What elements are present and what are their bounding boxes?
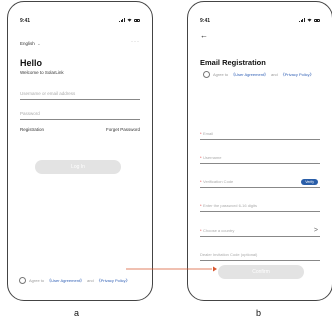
password-field[interactable]: [20, 106, 140, 120]
invitation-code-field[interactable]: [200, 247, 320, 261]
verify-button[interactable]: Verify: [301, 179, 318, 185]
user-agreement-link[interactable]: 《User Agreement》: [47, 278, 84, 284]
agreement-row: Agree to 《User Agreement》 and 《Privacy P…: [203, 71, 314, 78]
signal-icon: [299, 18, 305, 22]
page-title: Email Registration: [200, 58, 266, 67]
invitation-code-input[interactable]: [200, 252, 320, 257]
more-icon[interactable]: ···: [131, 39, 140, 45]
battery-icon: [314, 18, 320, 22]
registration-link[interactable]: Registration: [20, 127, 44, 132]
username-input[interactable]: [200, 155, 320, 160]
password-input[interactable]: [200, 203, 320, 208]
phone-email-registration-screen: 9:41 ← Email Registration Agree to 《User…: [187, 1, 332, 301]
phone-login-screen: 9:41 English ⌄ ··· Hello Welcome to Sola…: [7, 1, 153, 301]
welcome-text: Welcome to SolarLink: [20, 70, 64, 75]
language-label: English: [20, 41, 35, 46]
agree-prefix: Agree to: [29, 278, 45, 283]
agreement-row: Agree to 《User Agreement》 and 《Privacy P…: [19, 277, 130, 284]
country-input[interactable]: [200, 228, 320, 233]
agree-radio[interactable]: [203, 71, 210, 78]
username-input[interactable]: [20, 91, 140, 96]
chevron-right-icon: >: [313, 227, 318, 234]
privacy-policy-link[interactable]: 《Privacy Policy》: [281, 72, 314, 78]
confirm-button[interactable]: Confirm: [218, 265, 304, 279]
email-input[interactable]: [200, 131, 320, 136]
email-field[interactable]: *: [200, 126, 320, 140]
status-time: 9:41: [200, 18, 211, 24]
username-field[interactable]: [20, 86, 140, 100]
chevron-down-icon: ⌄: [37, 41, 41, 46]
privacy-policy-link[interactable]: 《Privacy Policy》: [97, 278, 130, 284]
verification-code-field[interactable]: * Verify: [200, 174, 320, 188]
signal-icon: [119, 18, 125, 22]
wifi-icon: [307, 18, 312, 22]
agree-and: and: [87, 278, 94, 283]
status-bar: 9:41: [200, 18, 320, 26]
status-time: 9:41: [20, 18, 31, 24]
status-bar: 9:41: [20, 18, 140, 26]
username-field[interactable]: *: [200, 150, 320, 164]
caption-b: b: [256, 308, 262, 318]
agree-and: and: [271, 72, 278, 77]
language-selector[interactable]: English ⌄: [20, 41, 41, 47]
page-title: Hello: [20, 58, 43, 68]
password-input[interactable]: [20, 111, 140, 116]
country-selector[interactable]: * >: [200, 223, 320, 237]
agree-prefix: Agree to: [213, 72, 229, 77]
password-field[interactable]: *: [200, 198, 320, 212]
wifi-icon: [127, 18, 132, 22]
user-agreement-link[interactable]: 《User Agreement》: [231, 72, 268, 78]
agree-radio[interactable]: [19, 277, 26, 284]
caption-a: a: [74, 308, 80, 318]
forgot-password-link[interactable]: Forget Password: [106, 127, 140, 132]
back-arrow-icon[interactable]: ←: [200, 31, 208, 40]
login-button[interactable]: Log In: [35, 160, 121, 174]
battery-icon: [134, 18, 140, 22]
